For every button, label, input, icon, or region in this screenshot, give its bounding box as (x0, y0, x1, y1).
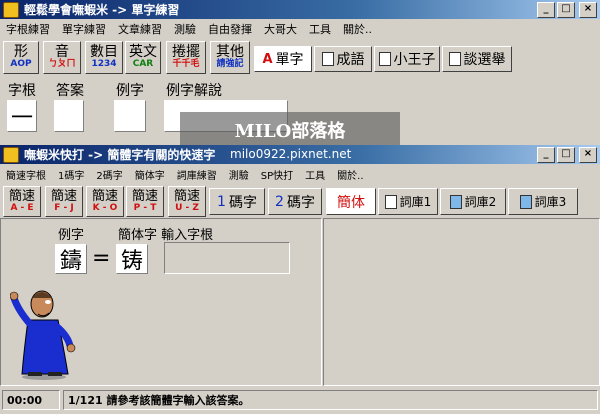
disk-icon (449, 194, 462, 209)
quick-button-u-z[interactable]: 簡速 U - Z (168, 186, 206, 217)
label-explain: 例字解說 (166, 83, 222, 99)
tool-button-number[interactable]: 數目 1234 (85, 41, 123, 74)
menu-item[interactable]: 文章練習 (112, 21, 168, 37)
status-time: 00:00 (2, 390, 60, 410)
menu-item[interactable]: 1碼字 (52, 167, 90, 182)
quick-button-f-j[interactable]: 簡速 F - J (45, 186, 83, 217)
tab-simplified[interactable]: 簡体 (326, 188, 376, 215)
top-window-titlebar: 輕鬆學會嘸蝦米 -> 單字練習 _ □ × (0, 0, 600, 19)
menu-item[interactable]: 工具 (299, 167, 331, 182)
label-simplified-prompt: 簡体字 輸入字根 (118, 228, 214, 243)
menu-item[interactable]: 簡速字根 (0, 167, 52, 182)
watermark-title: MILO部落格 (234, 121, 346, 142)
traditional-char-box: 鑄 (55, 244, 87, 274)
menu-item[interactable]: 字根練習 (0, 21, 56, 37)
book-icon (384, 194, 397, 209)
quick-button-a-e[interactable]: 簡速 A - E (3, 186, 41, 217)
equals-sign: = (92, 246, 111, 271)
tab-single-char[interactable]: A 單字 (254, 46, 312, 72)
tab-election[interactable]: 談選舉 (442, 46, 512, 72)
tab-idiom[interactable]: 成語 (314, 46, 372, 72)
label-example: 例字 (58, 228, 85, 243)
tab-little-prince[interactable]: 小王子 (374, 46, 440, 72)
mascot-figure (10, 290, 76, 380)
menu-item[interactable]: 工具 (303, 21, 337, 37)
minimize-button[interactable]: _ (537, 2, 555, 18)
top-window-title: 輕鬆學會嘸蝦米 -> 單字練習 (24, 3, 180, 17)
menu-item[interactable]: 2碼字 (90, 167, 128, 182)
root-char-box: 一 (7, 100, 37, 132)
menu-item[interactable]: 詞庫練習 (171, 167, 223, 182)
app-icon (3, 146, 19, 163)
maximize-button[interactable]: □ (557, 2, 575, 18)
menu-item[interactable]: 關於.. (331, 167, 369, 182)
tab-lexicon-1[interactable]: 詞庫1 (378, 188, 438, 215)
quick-button-p-t[interactable]: 簡速 P - T (126, 186, 164, 217)
tab-lexicon-2[interactable]: 詞庫2 (440, 188, 506, 215)
label-answer: 答案 (56, 83, 84, 99)
bottom-menubar: 簡速字根 1碼字 2碼字 簡体字 詞庫練習 測驗 SP快打 工具 關於.. (0, 166, 600, 183)
quick-button-k-o[interactable]: 簡速 K - O (86, 186, 124, 217)
top-menubar: 字根練習 單字練習 文章練習 測驗 自由發揮 大哥大 工具 關於.. (0, 20, 600, 38)
two-code-button[interactable]: 2 碼字 (268, 188, 322, 215)
tool-button-roll[interactable]: 捲擺 千千毛 (166, 41, 206, 74)
simplified-list-panel[interactable] (323, 218, 600, 386)
label-root: 字根 (8, 83, 36, 99)
maximize-button[interactable]: □ (557, 147, 575, 163)
menu-item[interactable]: 關於.. (337, 21, 378, 37)
label-example: 例字 (116, 83, 144, 99)
book-icon (448, 52, 461, 66)
tool-button-other[interactable]: 其他 請強記 (210, 41, 250, 74)
tool-button-shape[interactable]: 形 AOP (3, 41, 39, 74)
simplified-char-box: 铸 (116, 244, 148, 274)
book-icon (378, 52, 391, 66)
document-icon (321, 52, 334, 66)
close-button[interactable]: × (579, 147, 597, 163)
menu-item[interactable]: 測驗 (168, 21, 202, 37)
status-message: 1/121 請參考該簡體字輸入該答案。 (63, 390, 598, 410)
menu-item[interactable]: 單字練習 (56, 21, 112, 37)
font-icon: A (262, 51, 273, 67)
app-icon (3, 1, 19, 18)
root-input-field[interactable] (164, 242, 290, 274)
answer-box[interactable] (54, 100, 84, 132)
disk-icon (519, 194, 532, 209)
minimize-button[interactable]: _ (537, 147, 555, 163)
bottom-window-titlebar: 嘸蝦米快打 -> 簡體字有關的快速字 milo0922.pixnet.net _… (0, 145, 600, 164)
example-char-box (114, 100, 146, 132)
menu-item[interactable]: 測驗 (223, 167, 255, 182)
menu-item[interactable]: 自由發揮 (202, 21, 258, 37)
tool-button-sound[interactable]: 音 ㄅㄆㄇ (43, 41, 81, 74)
tab-lexicon-3[interactable]: 詞庫3 (508, 188, 578, 215)
tool-button-english[interactable]: 英文 CAR (125, 41, 161, 74)
menu-item[interactable]: SP快打 (255, 167, 299, 182)
one-code-button[interactable]: 1 碼字 (209, 188, 265, 215)
menu-item[interactable]: 大哥大 (258, 21, 303, 37)
watermark-url: milo0922.pixnet.net (230, 147, 352, 161)
bottom-window-title: 嘸蝦米快打 -> 簡體字有關的快速字 (24, 148, 216, 162)
menu-item[interactable]: 簡体字 (129, 167, 171, 182)
close-button[interactable]: × (579, 2, 597, 18)
